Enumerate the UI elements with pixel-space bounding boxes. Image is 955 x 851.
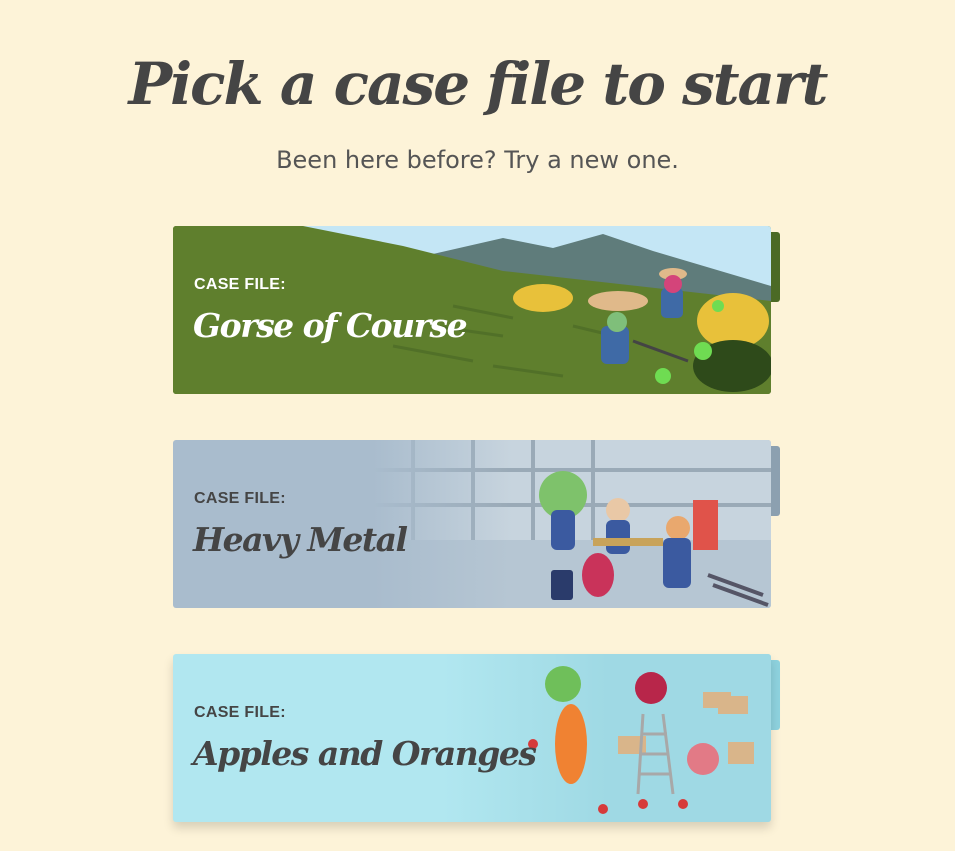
case-file-card-gorse-of-course[interactable]: CASE FILE: Gorse of Course [173,226,771,394]
case-file-label: CASE FILE: [194,276,286,293]
case-file-name: Heavy Metal [193,520,408,559]
case-file-name: Apples and Oranges [193,734,537,773]
case-file-label: CASE FILE: [194,490,286,507]
page-title: Pick a case file to start [128,50,829,118]
case-file-card-heavy-metal[interactable]: CASE FILE: Heavy Metal [173,440,771,608]
case-file-name: Gorse of Course [193,306,468,345]
page-subtitle: Been here before? Try a new one. [276,146,679,174]
case-file-label: CASE FILE: [194,704,286,721]
case-file-card-apples-and-oranges[interactable]: CASE FILE: Apples and Oranges [173,654,771,822]
